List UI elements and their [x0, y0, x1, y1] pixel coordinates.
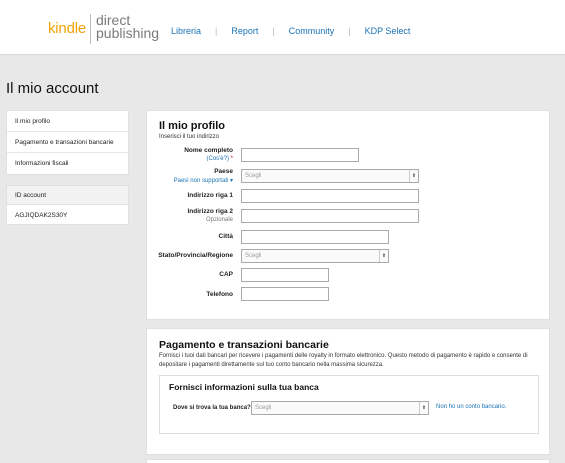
kdp-logo[interactable]: kindle direct publishing — [48, 13, 160, 44]
top-header: kindle direct publishing Libreria | Repo… — [0, 0, 565, 55]
page-title: Il mio account — [6, 80, 99, 97]
address2-optional: Opzionale — [205, 217, 233, 223]
profile-title: Il mio profilo — [159, 120, 225, 132]
sidebar: Il mio profilo Pagamento e transazioni b… — [6, 110, 129, 225]
profile-subtitle: Inserisci il tuo indirizzo — [159, 134, 220, 140]
state-select[interactable]: Scegli ⬍ — [241, 249, 389, 263]
country-select-value: Scegli — [245, 173, 262, 179]
no-bank-account-link[interactable]: Non ho un conto bancario. — [436, 404, 506, 410]
sidebar-item-tax[interactable]: Informazioni fiscali — [7, 153, 128, 174]
nav-libreria[interactable]: Libreria — [171, 26, 201, 36]
address1-input[interactable] — [241, 189, 419, 203]
nav-separator: | — [272, 26, 275, 36]
address2-label: Indirizzo riga 2 — [187, 208, 233, 215]
phone-label: Telefono — [206, 291, 233, 298]
country-select[interactable]: Scegli ⬍ — [241, 169, 419, 183]
bank-box-title: Fornisci informazioni sulla tua banca — [169, 382, 319, 392]
bank-info-box: Fornisci informazioni sulla tua banca Do… — [159, 375, 539, 434]
state-select-value: Scegli — [245, 253, 262, 259]
chevron-updown-icon: ⬍ — [409, 170, 418, 182]
country-label: Paese — [214, 168, 233, 175]
bank-location-select[interactable]: Scegli ⬍ — [251, 401, 429, 415]
state-label: Stato/Provincia/Regione — [158, 252, 233, 259]
payment-card: Pagamento e transazioni bancarie Fornisc… — [146, 328, 550, 455]
nav-community[interactable]: Community — [289, 26, 335, 36]
full-name-input[interactable] — [241, 148, 359, 162]
chevron-updown-icon: ⬍ — [379, 250, 388, 262]
chevron-updown-icon: ⬍ — [419, 402, 428, 414]
name-label: Nome completo — [184, 147, 233, 154]
unsupported-countries-link[interactable]: Paesi non supportati ▾ — [174, 177, 233, 184]
city-input[interactable] — [241, 230, 389, 244]
main-nav: Libreria | Report | Community | KDP Sele… — [171, 26, 410, 36]
zip-label: CAP — [219, 271, 233, 278]
dropdown-caret-icon: ▾ — [229, 178, 233, 184]
payment-description: Fornisci i tuoi dati bancari per ricever… — [159, 353, 528, 368]
payment-title: Pagamento e transazioni bancarie — [159, 339, 329, 351]
logo-divider — [90, 14, 91, 44]
next-section-card — [146, 459, 550, 463]
address2-input[interactable] — [241, 209, 419, 223]
city-label: Città — [218, 233, 233, 240]
account-id-value: AGJIQDAK2S30Y — [6, 204, 129, 225]
account-id-label: ID account — [6, 185, 129, 204]
account-id-box: ID account AGJIQDAK2S30Y — [6, 185, 129, 225]
required-marker: * — [230, 156, 233, 162]
profile-card: Il mio profilo Inserisci il tuo indirizz… — [146, 110, 550, 320]
address1-label: Indirizzo riga 1 — [187, 192, 233, 199]
sidebar-item-payment[interactable]: Pagamento e transazioni bancarie — [7, 132, 128, 153]
logo-line2: publishing — [96, 25, 160, 41]
logo-dp-text: direct publishing — [96, 13, 160, 41]
sidebar-menu: Il mio profilo Pagamento e transazioni b… — [6, 110, 129, 175]
zip-input[interactable] — [241, 268, 329, 282]
nav-separator: | — [215, 26, 218, 36]
bank-location-value: Scegli — [255, 405, 272, 411]
sidebar-item-profile[interactable]: Il mio profilo — [7, 111, 128, 132]
nav-separator: | — [348, 26, 351, 36]
nav-report[interactable]: Report — [231, 26, 258, 36]
bank-location-label: Dove si trova la tua banca? — [173, 405, 251, 411]
name-help-link[interactable]: (Cos'è?) * — [206, 156, 233, 162]
phone-input[interactable] — [241, 287, 329, 301]
logo-kindle-text: kindle — [48, 20, 86, 37]
nav-kdp-select[interactable]: KDP Select — [365, 26, 411, 36]
